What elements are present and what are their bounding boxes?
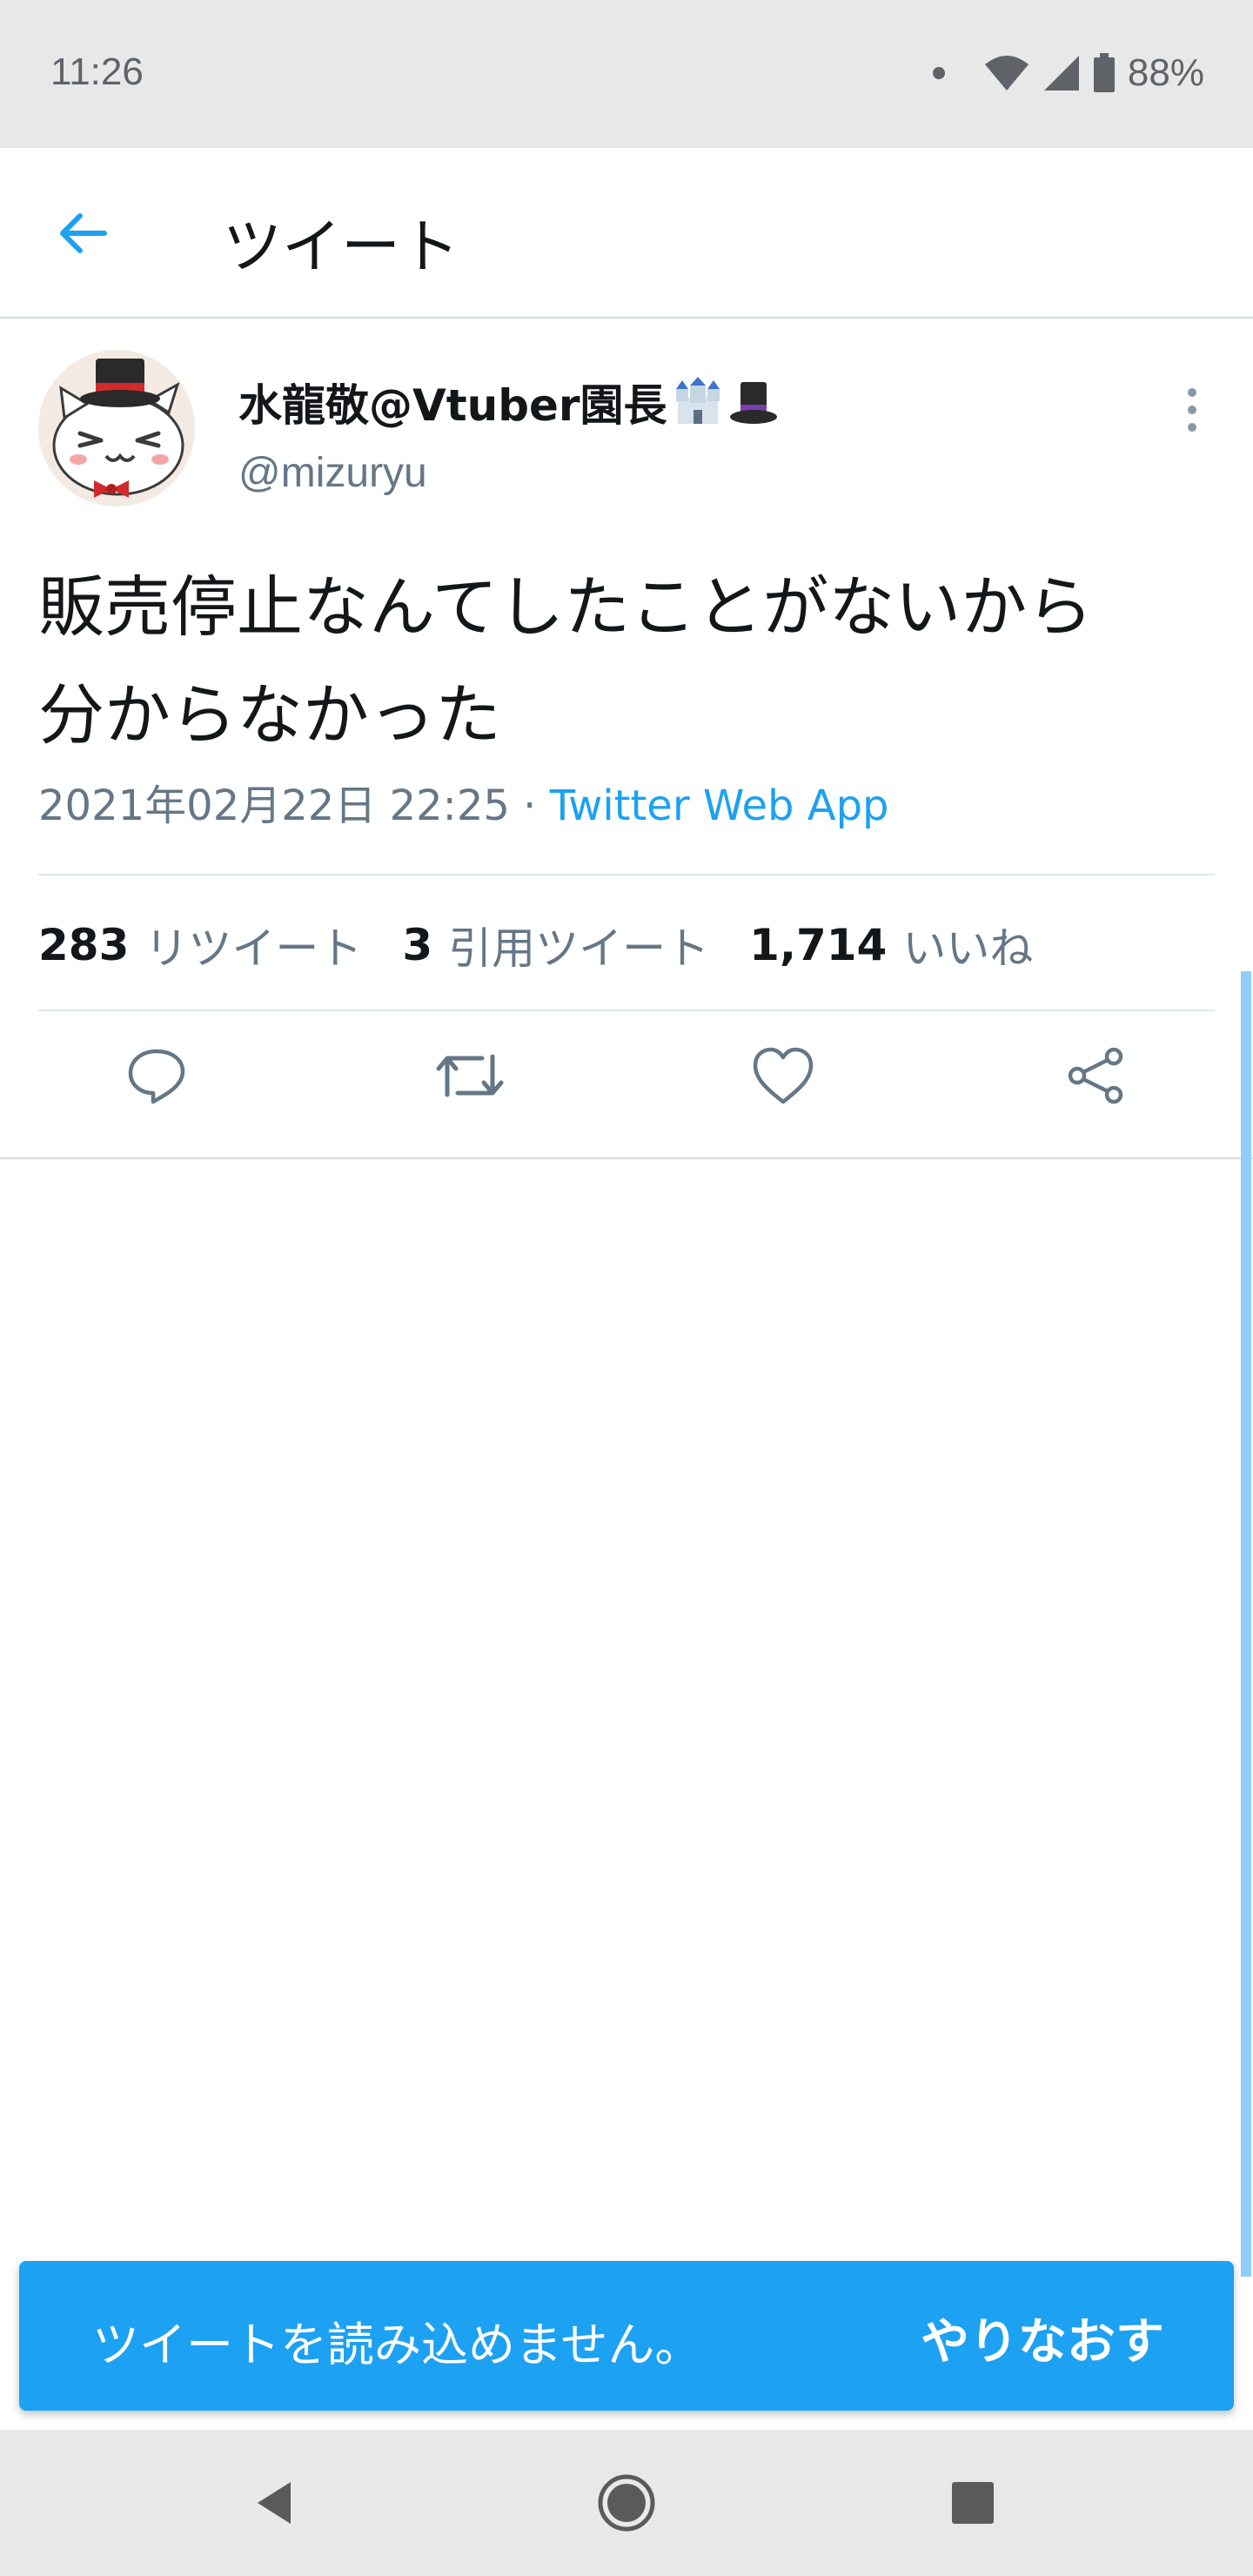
likes-stat[interactable]: 1,714 いいね	[749, 914, 1033, 976]
more-options-button[interactable]	[1166, 379, 1218, 440]
tweet-stats: 283 リツイート 3 引用ツイート 1,714 いいね	[38, 910, 1073, 980]
scrollbar[interactable]	[1241, 971, 1251, 2277]
snackbar-message: ツイートを読み込めません。	[92, 2318, 702, 2372]
display-name-text: 水龍敬@Vtuber園長	[238, 380, 667, 431]
avatar[interactable]	[38, 350, 195, 506]
nav-recents-button[interactable]	[938, 2468, 1008, 2538]
reply-icon	[128, 1049, 185, 1104]
notification-dot-icon	[932, 67, 945, 79]
top-hat-emoji-icon	[729, 382, 777, 424]
nav-back-button[interactable]	[240, 2468, 310, 2538]
handle[interactable]: @mizuryu	[238, 449, 427, 497]
more-vertical-icon	[1188, 388, 1196, 397]
nav-home-button[interactable]	[592, 2468, 661, 2538]
divider	[38, 1010, 1215, 1011]
tweet-actions	[0, 1015, 1253, 1128]
quotes-stat[interactable]: 3 引用ツイート	[402, 914, 709, 976]
display-name[interactable]: 水龍敬@Vtuber園長	[238, 371, 779, 433]
tweet-source-link[interactable]: Twitter Web App	[550, 782, 889, 830]
retweets-count: 283	[38, 920, 130, 970]
share-icon	[1068, 1047, 1123, 1104]
nav-back-triangle-icon	[258, 2482, 291, 2524]
status-icons: 88%	[932, 45, 1204, 101]
retweet-icon	[436, 1054, 504, 1097]
retry-button[interactable]: やりなおす	[921, 2303, 1164, 2373]
nav-recents-square-icon	[952, 2482, 994, 2524]
retweets-stat[interactable]: 283 リツイート	[38, 914, 362, 976]
meta-separator: ·	[509, 782, 550, 830]
more-vertical-icon-dot	[1188, 423, 1196, 432]
like-button[interactable]	[740, 1032, 827, 1119]
divider	[38, 874, 1215, 875]
tweet-text-line: 分からなかった	[38, 676, 501, 754]
battery-percentage: 88%	[1127, 51, 1204, 94]
arrow-left-icon	[60, 213, 107, 253]
reply-button[interactable]	[113, 1032, 200, 1119]
status-bar: 11:26 88%	[0, 0, 1253, 148]
cell-signal-icon	[1043, 56, 1079, 91]
system-navigation-bar	[0, 2430, 1253, 2576]
heart-icon	[753, 1047, 814, 1104]
likes-count: 1,714	[749, 920, 888, 970]
app-bar: ツイート	[0, 148, 1253, 319]
wifi-icon	[984, 56, 1029, 91]
back-button[interactable]	[42, 191, 125, 275]
castle-emoji-icon	[675, 377, 720, 424]
nav-home-circle-icon	[598, 2474, 655, 2532]
likes-label: いいね	[902, 923, 1034, 974]
more-vertical-icon-dot	[1188, 406, 1196, 414]
quotes-count: 3	[402, 920, 433, 970]
retweet-button[interactable]	[426, 1032, 513, 1119]
tweet-text-line: 販売停止なんてしたことがないから	[38, 568, 1094, 646]
share-button[interactable]	[1053, 1032, 1140, 1119]
battery-icon	[1093, 53, 1115, 92]
tweet-text: 販売停止なんてしたことがないから 分からなかった	[38, 553, 1222, 769]
tweet-timestamp: 2021年02月22日 22:25	[38, 782, 510, 830]
page-title: ツイート	[223, 213, 460, 282]
tweet-meta: 2021年02月22日 22:25 · Twitter Web App	[38, 771, 889, 832]
status-time: 11:26	[50, 50, 144, 93]
retweets-label: リツイート	[144, 923, 363, 974]
quotes-label: 引用ツイート	[448, 923, 710, 974]
error-snackbar: ツイートを読み込めません。 やりなおす	[19, 2261, 1234, 2411]
actions-bottom-divider	[0, 1157, 1253, 1159]
cat-mascot-avatar-icon	[38, 350, 195, 506]
